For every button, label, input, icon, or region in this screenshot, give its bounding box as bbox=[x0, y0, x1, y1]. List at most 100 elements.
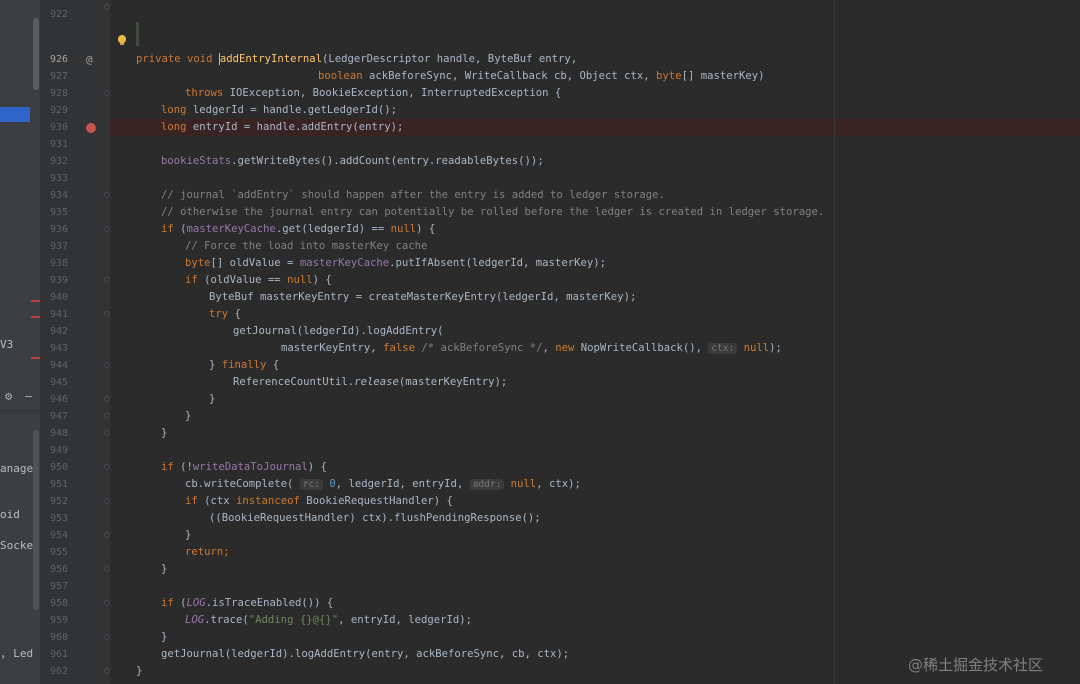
code-line-952[interactable]: if (ctx instanceof BookieRequestHandler)… bbox=[185, 495, 453, 507]
minus-icon[interactable]: — bbox=[25, 389, 32, 403]
code-line-953[interactable]: ((BookieRequestHandler) ctx).flushPendin… bbox=[209, 512, 541, 524]
code-line-961[interactable]: getJournal(ledgerId).logAddEntry(entry, … bbox=[161, 648, 569, 660]
fold-marker-icon[interactable]: ⬡ bbox=[104, 89, 110, 97]
code-token: IOException, BookieException, Interrupte… bbox=[223, 87, 562, 99]
panel-divider bbox=[0, 410, 40, 411]
line-number: 958 bbox=[49, 598, 68, 609]
fold-marker-icon[interactable]: ⬡ bbox=[104, 225, 110, 233]
fold-marker-icon[interactable]: ⬡ bbox=[104, 565, 110, 573]
fold-marker-icon[interactable]: ⬡ bbox=[104, 497, 110, 505]
fold-marker-icon[interactable]: ⬡ bbox=[104, 191, 110, 199]
code-token: BookieRequestHandler) { bbox=[299, 495, 453, 507]
code-token: ); bbox=[769, 342, 782, 354]
line-number: 954 bbox=[49, 530, 68, 541]
lightbulb-icon[interactable] bbox=[118, 35, 126, 45]
code-token: (masterKeyEntry); bbox=[398, 376, 508, 388]
error-stripe-mark bbox=[31, 316, 40, 318]
code-line-943[interactable]: masterKeyEntry, false /* ackBeforeSync *… bbox=[281, 342, 782, 354]
right-margin-guide bbox=[834, 0, 835, 684]
code-line-939[interactable]: if (oldValue == null) { bbox=[185, 274, 332, 286]
fold-marker-icon[interactable]: ⬡ bbox=[104, 412, 110, 420]
code-token: "Adding {}@{}" bbox=[248, 614, 339, 626]
code-line-944[interactable]: } finally { bbox=[209, 359, 279, 371]
line-number: 955 bbox=[49, 547, 68, 558]
line-number: 941 bbox=[49, 309, 68, 320]
code-token: return bbox=[185, 546, 224, 558]
code-token: null bbox=[287, 274, 313, 286]
fold-marker-icon[interactable]: ⬡ bbox=[104, 667, 110, 675]
code-line-960[interactable]: } bbox=[161, 631, 167, 643]
code-line-948[interactable]: } bbox=[161, 427, 167, 439]
code-token: (! bbox=[173, 461, 193, 473]
fold-marker-icon[interactable]: ⬡ bbox=[104, 429, 110, 437]
code-token: /* ackBeforeSync */ bbox=[414, 342, 543, 354]
code-token: instanceof bbox=[236, 495, 300, 507]
code-line-934[interactable]: // journal `addEntry` should happen afte… bbox=[161, 189, 665, 201]
breakpoint-icon[interactable] bbox=[86, 123, 96, 133]
code-token: ; bbox=[223, 546, 230, 558]
line-number: 932 bbox=[49, 156, 68, 167]
code-line-936[interactable]: if (masterKeyCache.get(ledgerId) == null… bbox=[161, 223, 435, 235]
code-line-940[interactable]: ByteBuf masterKeyEntry = createMasterKey… bbox=[209, 291, 636, 303]
code-line-954[interactable]: } bbox=[185, 529, 191, 541]
code-token: , ctx); bbox=[536, 478, 581, 490]
fold-marker-icon[interactable]: ⬡ bbox=[104, 310, 110, 318]
code-token: masterKeyEntry, bbox=[281, 342, 384, 354]
fold-marker-icon[interactable]: ⬡ bbox=[104, 361, 110, 369]
code-token: ReferenceCountUtil. bbox=[233, 376, 355, 388]
code-token: byte bbox=[185, 257, 211, 269]
code-token: , ledgerId, entryId, bbox=[335, 478, 470, 490]
code-token: masterKeyCache bbox=[299, 257, 390, 269]
line-number: 922 bbox=[49, 9, 68, 20]
line-number: 959 bbox=[49, 615, 68, 626]
code-token: LOG bbox=[186, 597, 206, 609]
code-token: ackBeforeSync, WriteCallback cb, Object … bbox=[362, 70, 657, 82]
code-line-950[interactable]: if (!writeDataToJournal) { bbox=[161, 461, 327, 473]
code-line-947[interactable]: } bbox=[185, 410, 191, 422]
code-line-945[interactable]: ReferenceCountUtil.release(masterKeyEntr… bbox=[233, 376, 507, 388]
code-token: boolean bbox=[318, 70, 363, 82]
fold-marker-icon[interactable]: ⬡ bbox=[104, 633, 110, 641]
code-line-932[interactable]: bookieStats.getWriteBytes().addCount(ent… bbox=[161, 155, 544, 167]
selected-tree-item[interactable] bbox=[0, 107, 30, 122]
line-number: 937 bbox=[49, 241, 68, 252]
line-number: 926 bbox=[49, 54, 68, 65]
code-line-958[interactable]: if (LOG.isTraceEnabled()) { bbox=[161, 597, 333, 609]
fold-marker-icon[interactable]: ⬡ bbox=[104, 395, 110, 403]
code-token: masterKeyCache bbox=[186, 223, 276, 235]
code-line-929[interactable]: long ledgerId = handle.getLedgerId(); bbox=[161, 104, 397, 116]
code-line-951[interactable]: cb.writeComplete( rc: 0, ledgerId, entry… bbox=[185, 478, 581, 490]
code-line-941[interactable]: try { bbox=[209, 308, 241, 320]
code-line-935[interactable]: // otherwise the journal entry can poten… bbox=[161, 206, 824, 218]
code-line-930[interactable]: long entryId = handle.addEntry(entry); bbox=[161, 121, 403, 133]
code-token: { bbox=[266, 359, 280, 371]
code-line-946[interactable]: } bbox=[209, 393, 215, 405]
line-number: 938 bbox=[49, 258, 68, 269]
code-line-956[interactable]: } bbox=[161, 563, 167, 575]
code-line-938[interactable]: byte[] oldValue = masterKeyCache.putIfAb… bbox=[185, 257, 606, 269]
code-token: NopWriteCallback(), bbox=[574, 342, 709, 354]
project-scrollbar-top[interactable] bbox=[33, 18, 39, 90]
override-annotation-icon[interactable]: @ bbox=[86, 53, 93, 66]
code-line-927[interactable]: boolean ackBeforeSync, WriteCallback cb,… bbox=[318, 70, 764, 82]
code-line-928[interactable]: throws IOException, BookieException, Int… bbox=[185, 87, 561, 99]
code-line-955[interactable]: return; bbox=[185, 546, 230, 558]
fold-marker-icon[interactable]: ⬡ bbox=[104, 463, 110, 471]
code-token: .trace( bbox=[204, 614, 249, 626]
structure-scrollbar[interactable] bbox=[33, 430, 39, 610]
fold-marker-icon[interactable]: ⬡ bbox=[104, 276, 110, 284]
code-line-962[interactable]: } bbox=[136, 665, 142, 677]
parameter-hint: rc: bbox=[299, 479, 323, 490]
fold-marker-icon[interactable]: ⬡ bbox=[104, 599, 110, 607]
code-line-942[interactable]: getJournal(ledgerId).logAddEntry( bbox=[233, 325, 443, 337]
code-line-937[interactable]: // Force the load into masterKey cache bbox=[185, 240, 427, 252]
line-number: 956 bbox=[49, 564, 68, 575]
gear-icon[interactable]: ⚙ bbox=[5, 389, 12, 403]
fold-marker-icon[interactable]: ⬡ bbox=[104, 531, 110, 539]
line-number: 940 bbox=[49, 292, 68, 303]
fold-marker-icon[interactable]: ⬡ bbox=[104, 3, 110, 11]
code-line-959[interactable]: LOG.trace("Adding {}@{}", entryId, ledge… bbox=[185, 614, 472, 626]
code-token: 0 bbox=[322, 478, 336, 490]
code-line-926[interactable]: private void addEntryInternal(LedgerDesc… bbox=[136, 53, 577, 65]
code-token: , bbox=[542, 342, 556, 354]
